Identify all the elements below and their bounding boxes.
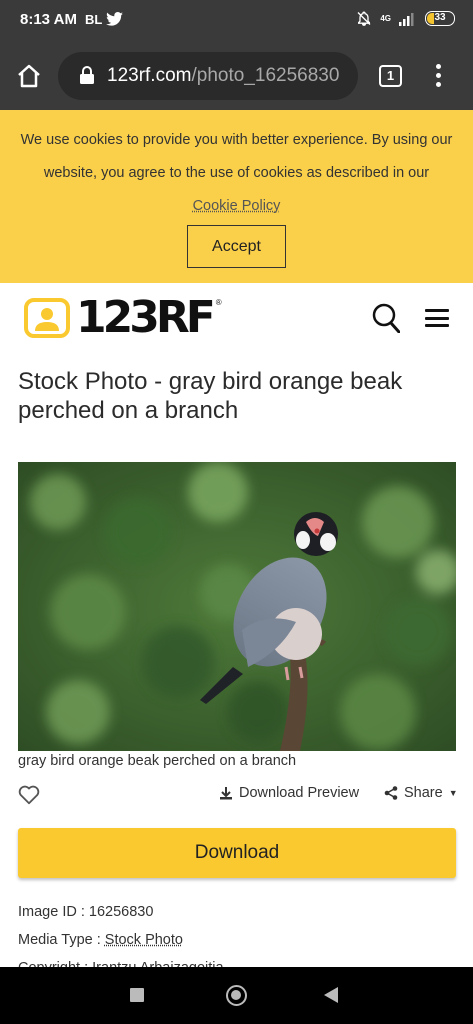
cookie-policy-link[interactable]: Cookie Policy [193, 198, 281, 214]
image-id-value: 16256830 [88, 904, 154, 920]
image-id-row: Image ID : 16256830 [18, 904, 153, 920]
cookie-message: We use cookies to provide you with bette… [20, 132, 453, 181]
stock-photo[interactable] [18, 462, 456, 751]
browser-toolbar: 123rf.com/photo_16256830 1 [0, 40, 473, 110]
status-time: 8:13 AM [20, 11, 77, 28]
bell-off-icon [357, 11, 371, 26]
battery-level: 33 [434, 12, 446, 23]
heart-icon[interactable] [18, 784, 40, 806]
download-preview-label: Download Preview [239, 785, 360, 801]
chevron-down-icon: ▼ [448, 788, 458, 798]
network-label: 4G [380, 13, 391, 23]
media-type-link[interactable]: Stock Photo [105, 932, 183, 948]
accept-cookies-button[interactable]: Accept [187, 225, 286, 268]
media-type-label: Media Type : [18, 932, 105, 948]
download-preview-link[interactable]: Download Preview [219, 785, 359, 801]
battery-icon: 33 [425, 11, 455, 26]
logo-text: 123RF [76, 292, 216, 343]
image-id-label: Image ID : [18, 904, 89, 920]
recents-icon[interactable] [130, 988, 144, 1002]
back-icon[interactable] [324, 987, 338, 1003]
site-logo[interactable]: 123RF ® [24, 292, 222, 343]
download-button[interactable]: Download [18, 828, 456, 878]
status-icons: 4G 33 [356, 10, 455, 27]
url-domain: 123rf.com [107, 65, 192, 86]
url-path: /photo_16256830 [191, 65, 340, 86]
page-title: Stock Photo - gray bird orange beak perc… [18, 368, 403, 424]
signal-icon [399, 12, 414, 26]
more-vert-icon[interactable] [430, 64, 446, 88]
download-icon [220, 787, 232, 800]
cookie-banner: We use cookies to provide you with bette… [0, 110, 473, 283]
search-icon[interactable] [372, 303, 400, 333]
status-bar: 8:13 AM BL 4G 33 [0, 0, 473, 40]
photo-caption: gray bird orange beak perched on a branc… [18, 753, 297, 769]
site-header: 123RF ® [0, 283, 473, 353]
cookie-text: We use cookies to provide you with bette… [20, 124, 453, 223]
logo-camera-icon [24, 298, 70, 338]
media-type-row: Media Type : Stock Photo [18, 932, 183, 948]
home-icon[interactable] [16, 64, 42, 88]
url-text: 123rf.com/photo_16256830 [107, 65, 339, 87]
system-nav-bar [0, 967, 473, 1024]
share-label: Share [404, 785, 443, 801]
home-circle-icon[interactable] [226, 985, 247, 1006]
hamburger-menu-icon[interactable] [425, 309, 449, 327]
share-button[interactable]: Share ▼ [384, 785, 458, 801]
carrier-label: BL [85, 12, 103, 27]
share-icon [384, 786, 398, 800]
tab-switcher-button[interactable]: 1 [379, 65, 402, 87]
address-bar[interactable]: 123rf.com/photo_16256830 [58, 52, 358, 100]
twitter-icon [106, 12, 123, 26]
logo-registered-mark: ® [215, 297, 222, 307]
lock-icon [80, 66, 94, 84]
